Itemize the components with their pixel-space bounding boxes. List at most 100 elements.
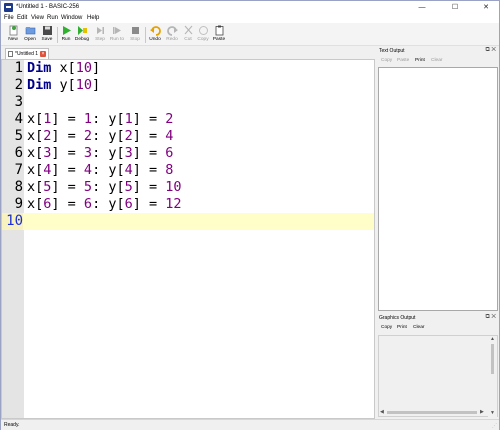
menu-window[interactable]: Window bbox=[61, 15, 82, 21]
scroll-right-icon[interactable]: ▶ bbox=[480, 409, 484, 415]
basic256-logo-icon bbox=[4, 3, 13, 12]
stop-icon bbox=[131, 27, 139, 34]
open-button[interactable]: Open bbox=[22, 24, 38, 45]
code-text: x[6] = 6: y[6] = 12 bbox=[27, 196, 182, 212]
run-to-button[interactable]: Run to bbox=[109, 24, 125, 45]
scroll-up-icon[interactable]: ▲ bbox=[490, 336, 495, 342]
run-button[interactable]: Run bbox=[58, 24, 74, 45]
new-button[interactable]: New bbox=[5, 24, 21, 45]
code-line[interactable]: 1 Dim x[10] bbox=[2, 60, 374, 77]
code-line[interactable]: 3 bbox=[2, 94, 374, 111]
horizontal-scrollbar[interactable]: ◀ ▶ bbox=[379, 409, 489, 416]
menu-run[interactable]: Run bbox=[47, 15, 58, 21]
toolbar: New Open Save Run Debug Step Run to Stop… bbox=[1, 23, 499, 46]
debug-icon bbox=[77, 26, 87, 35]
status-text: Ready. bbox=[4, 422, 20, 428]
cut-button[interactable]: Cut bbox=[180, 24, 196, 45]
line-number: 6 bbox=[14, 145, 23, 161]
title-bar: *Untitled 1 - BASIC-256 — ☐ ✕ bbox=[1, 1, 499, 14]
code-line[interactable]: 7 x[4] = 4: y[4] = 8 bbox=[2, 162, 374, 179]
text-output-paste[interactable]: Paste bbox=[397, 58, 409, 63]
paste-icon bbox=[215, 25, 223, 36]
code-editor[interactable]: 1 Dim x[10] 2 Dim y[10] 3 4 x[1] = 1: y[… bbox=[1, 59, 375, 419]
code-line[interactable]: 6 x[3] = 3: y[3] = 6 bbox=[2, 145, 374, 162]
redo-button[interactable]: Redo bbox=[164, 24, 180, 45]
new-file-icon bbox=[9, 25, 17, 36]
status-bar: Ready. ⋰ bbox=[1, 419, 499, 430]
debug-button[interactable]: Debug bbox=[74, 24, 90, 45]
stop-button[interactable]: Stop bbox=[127, 24, 143, 45]
undo-icon bbox=[149, 26, 161, 36]
menu-bar: File Edit View Run Window Help bbox=[1, 14, 499, 23]
paste-button[interactable]: Paste bbox=[211, 24, 227, 45]
code-text: Dim y[10] bbox=[27, 77, 101, 93]
undo-button[interactable]: Undo bbox=[147, 24, 163, 45]
menu-file[interactable]: File bbox=[4, 15, 14, 21]
code-text: x[5] = 5: y[5] = 10 bbox=[27, 179, 182, 195]
maximize-button[interactable]: ☐ bbox=[444, 1, 466, 14]
code-line[interactable]: 2 Dim y[10] bbox=[2, 77, 374, 94]
open-folder-icon bbox=[25, 27, 35, 35]
text-output-title: Text Output bbox=[379, 48, 405, 54]
code-text: x[1] = 1: y[1] = 2 bbox=[27, 111, 174, 127]
line-number: 7 bbox=[14, 162, 23, 178]
editor-tab-bar: *Untitled 1 × bbox=[1, 47, 375, 59]
text-output-dock-buttons: ⧉ ✕ bbox=[485, 47, 496, 54]
resize-grip-icon[interactable]: ⋰ bbox=[492, 423, 497, 429]
document-icon bbox=[8, 51, 13, 57]
line-number: 10 bbox=[2, 213, 23, 230]
line-number: 9 bbox=[14, 196, 23, 212]
copy-button[interactable]: Copy bbox=[195, 24, 211, 45]
save-disk-icon bbox=[42, 26, 52, 35]
vertical-scroll-thumb[interactable] bbox=[491, 344, 494, 374]
graphics-output-copy[interactable]: Copy bbox=[381, 325, 392, 330]
step-button[interactable]: Step bbox=[92, 24, 108, 45]
text-output-area[interactable] bbox=[378, 67, 498, 311]
current-code-line[interactable]: 10 bbox=[2, 213, 374, 230]
run-play-icon bbox=[62, 26, 71, 35]
window-title: *Untitled 1 - BASIC-256 bbox=[16, 4, 80, 10]
cut-icon bbox=[184, 25, 192, 35]
app-window: *Untitled 1 - BASIC-256 — ☐ ✕ File Edit … bbox=[0, 0, 500, 430]
line-number: 1 bbox=[14, 60, 23, 76]
output-panels: Text Output ⧉ ✕ Copy Paste Print Clear G… bbox=[376, 47, 499, 419]
text-output-copy[interactable]: Copy bbox=[381, 58, 392, 63]
code-text: x[3] = 3: y[3] = 6 bbox=[27, 145, 174, 161]
code-text: x[4] = 4: y[4] = 8 bbox=[27, 162, 174, 178]
tab-untitled-1[interactable]: *Untitled 1 × bbox=[5, 48, 49, 59]
code-line[interactable]: 9 x[6] = 6: y[6] = 12 bbox=[2, 196, 374, 213]
vertical-scrollbar[interactable]: ▲ ▼ bbox=[488, 336, 497, 418]
scroll-left-icon[interactable]: ◀ bbox=[380, 409, 384, 415]
tab-close-icon[interactable]: × bbox=[40, 51, 46, 57]
graphics-output-title: Graphics Output bbox=[379, 315, 416, 321]
horizontal-scroll-thumb[interactable] bbox=[387, 411, 477, 414]
float-icon[interactable]: ⧉ bbox=[485, 314, 489, 320]
close-button[interactable]: ✕ bbox=[475, 1, 497, 14]
save-button[interactable]: Save bbox=[39, 24, 55, 45]
graphics-output-print[interactable]: Print bbox=[397, 325, 407, 330]
code-line[interactable]: 4 x[1] = 1: y[1] = 2 bbox=[2, 111, 374, 128]
close-icon[interactable]: ✕ bbox=[491, 47, 496, 53]
step-icon bbox=[96, 27, 104, 34]
line-number: 3 bbox=[14, 94, 23, 110]
line-number: 8 bbox=[14, 179, 23, 195]
menu-edit[interactable]: Edit bbox=[17, 15, 27, 21]
close-icon[interactable]: ✕ bbox=[491, 314, 496, 320]
line-number: 4 bbox=[14, 111, 23, 127]
redo-icon bbox=[166, 26, 178, 36]
code-text: x[2] = 2: y[2] = 4 bbox=[27, 128, 174, 144]
code-line[interactable]: 5 x[2] = 2: y[2] = 4 bbox=[2, 128, 374, 145]
graphics-output-dock-buttons: ⧉ ✕ bbox=[485, 314, 496, 321]
run-to-icon bbox=[112, 27, 121, 34]
line-number: 5 bbox=[14, 128, 23, 144]
text-output-print[interactable]: Print bbox=[415, 58, 425, 63]
code-line[interactable]: 8 x[5] = 5: y[5] = 10 bbox=[2, 179, 374, 196]
text-output-clear[interactable]: Clear bbox=[431, 58, 442, 63]
minimize-button[interactable]: — bbox=[411, 1, 433, 14]
float-icon[interactable]: ⧉ bbox=[485, 47, 489, 53]
scroll-down-icon[interactable]: ▼ bbox=[490, 410, 495, 416]
graphics-output-clear[interactable]: Clear bbox=[413, 325, 424, 330]
graphics-output-area[interactable]: ▲ ▼ ◀ ▶ bbox=[378, 335, 498, 418]
menu-help[interactable]: Help bbox=[87, 15, 99, 21]
menu-view[interactable]: View bbox=[31, 15, 44, 21]
